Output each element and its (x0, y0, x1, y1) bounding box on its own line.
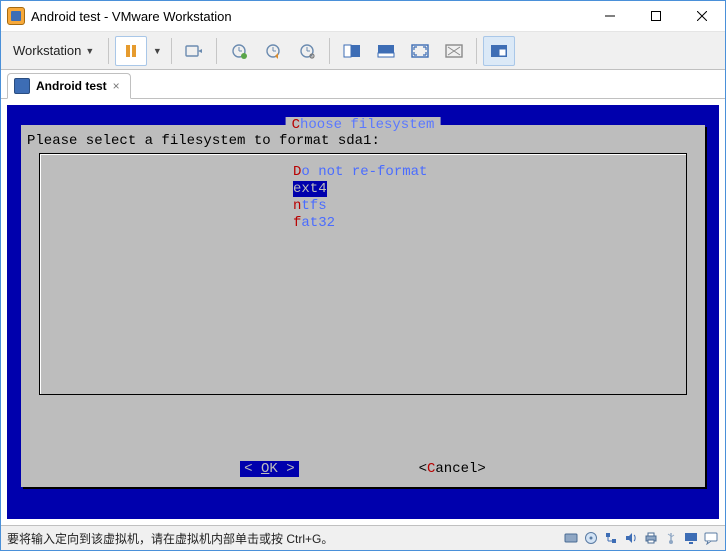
status-text: 要将输入定向到该虚拟机，请在虚拟机内部单击或按 Ctrl+G。 (7, 530, 333, 547)
workstation-menu[interactable]: Workstation ▼ (5, 39, 102, 62)
toolbar-separator (108, 38, 109, 64)
close-button[interactable] (679, 1, 725, 31)
printer-icon[interactable] (643, 530, 659, 546)
app-icon (7, 7, 25, 25)
toolbar-separator (216, 38, 217, 64)
statusbar: 要将输入定向到该虚拟机，请在虚拟机内部单击或按 Ctrl+G。 (1, 525, 725, 550)
device-tray (563, 530, 719, 546)
chevron-down-icon: ▼ (153, 46, 162, 56)
option-do-not-reformat[interactable]: Do not re-format (293, 164, 686, 181)
window-title: Android test - VMware Workstation (31, 9, 587, 24)
snapshot-revert-button[interactable] (257, 36, 289, 66)
cdrom-icon[interactable] (583, 530, 599, 546)
unity-button[interactable] (370, 36, 402, 66)
show-console-button[interactable] (336, 36, 368, 66)
thumbnail-view-button[interactable] (483, 36, 515, 66)
toolbar: Workstation ▼ ▼ (1, 32, 725, 70)
dialog-options-box: Do not re-format ext4 ntfs fat32 (39, 153, 687, 395)
pause-vm-button[interactable] (115, 36, 147, 66)
harddisk-icon[interactable] (563, 530, 579, 546)
vm-console[interactable]: Choose filesystem Please select a filesy… (7, 105, 719, 519)
seamless-button[interactable] (438, 36, 470, 66)
titlebar: Android test - VMware Workstation (1, 1, 725, 32)
fullscreen-button[interactable] (404, 36, 436, 66)
send-cad-button[interactable] (178, 36, 210, 66)
filesystem-options: Do not re-format ext4 ntfs fat32 (293, 164, 686, 232)
tabstrip: Android test × (1, 70, 725, 99)
window-controls (587, 1, 725, 31)
tab-close-button[interactable]: × (113, 79, 120, 93)
ok-button[interactable]: < OK > (240, 461, 298, 477)
toolbar-separator (171, 38, 172, 64)
network-icon[interactable] (603, 530, 619, 546)
sound-icon[interactable] (623, 530, 639, 546)
toolbar-separator (476, 38, 477, 64)
cancel-button[interactable]: <Cancel> (419, 461, 486, 477)
vm-tab-label: Android test (36, 79, 107, 93)
dialog-title: Choose filesystem (286, 117, 441, 133)
option-ext4[interactable]: ext4 (293, 181, 327, 198)
display-icon[interactable] (683, 530, 699, 546)
vm-tab[interactable]: Android test × (7, 73, 131, 99)
vm-display-container: Choose filesystem Please select a filesy… (1, 99, 725, 525)
power-dropdown-button[interactable]: ▼ (149, 36, 165, 66)
snapshot-manage-button[interactable] (291, 36, 323, 66)
option-fat32[interactable]: fat32 (293, 215, 686, 232)
message-icon[interactable] (703, 530, 719, 546)
option-ntfs[interactable]: ntfs (293, 198, 686, 215)
choose-filesystem-dialog: Choose filesystem Please select a filesy… (21, 125, 705, 487)
dialog-buttons: < OK > <Cancel> (21, 461, 705, 477)
maximize-button[interactable] (633, 1, 679, 31)
vm-icon (14, 78, 30, 94)
app-window: Android test - VMware Workstation Workst… (0, 0, 726, 551)
usb-icon[interactable] (663, 530, 679, 546)
workstation-menu-label: Workstation (13, 43, 81, 58)
snapshot-take-button[interactable] (223, 36, 255, 66)
minimize-button[interactable] (587, 1, 633, 31)
toolbar-separator (329, 38, 330, 64)
chevron-down-icon: ▼ (85, 46, 94, 56)
